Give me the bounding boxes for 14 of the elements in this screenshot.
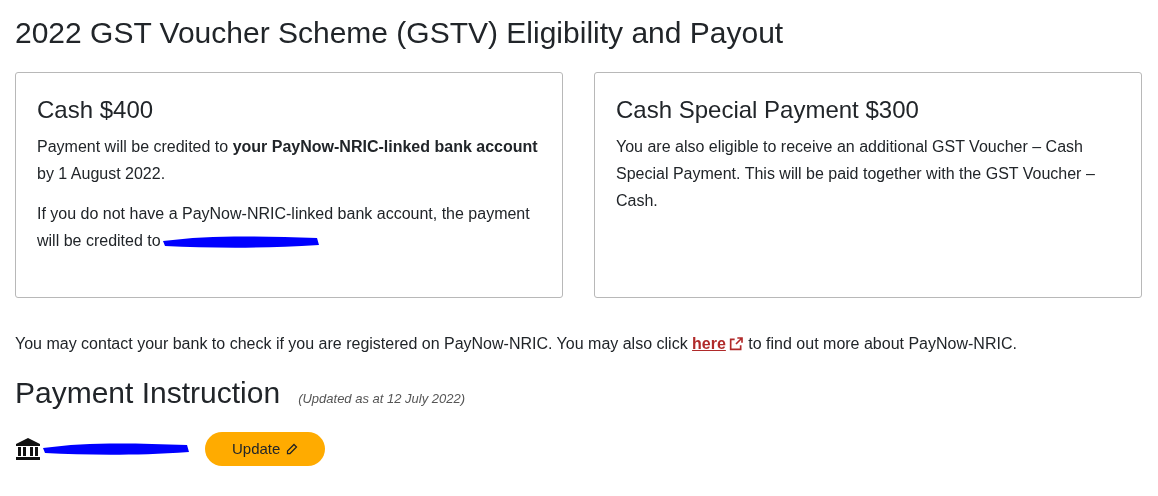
card-title: Cash Special Payment $300 (616, 95, 920, 125)
here-link[interactable]: here (692, 332, 744, 356)
card-title: Cash $400 (37, 95, 155, 125)
card-text: Payment will be credited to your PayNow-NRIC-linked bank account by 1 August 2022. (37, 138, 538, 182)
external-link-icon (727, 336, 744, 352)
update-button[interactable]: Update (205, 432, 326, 466)
card-text: If you do not have a PayNow-NRIC-linked bank account, the payment will be credited to (37, 205, 530, 249)
info-text: You may contact your bank to check if you are registered on PayNow-NRIC. You may also click here to find out more about PayNow-NRIC. (15, 332, 1143, 356)
updated-note: (Updated as at 12 July 2022) (298, 390, 466, 408)
section-heading: Payment Instruction (15, 375, 281, 411)
page-title: 2022 GST Voucher Scheme (GSTV) Eligibility and Payout (15, 15, 785, 51)
bank-icon (15, 437, 41, 461)
pencil-icon (286, 443, 299, 455)
card-text: You are also eligible to receive an additional GST Voucher – Cash Special Payment. This will be paid together with the GST Voucher – Cash. (616, 138, 1095, 209)
